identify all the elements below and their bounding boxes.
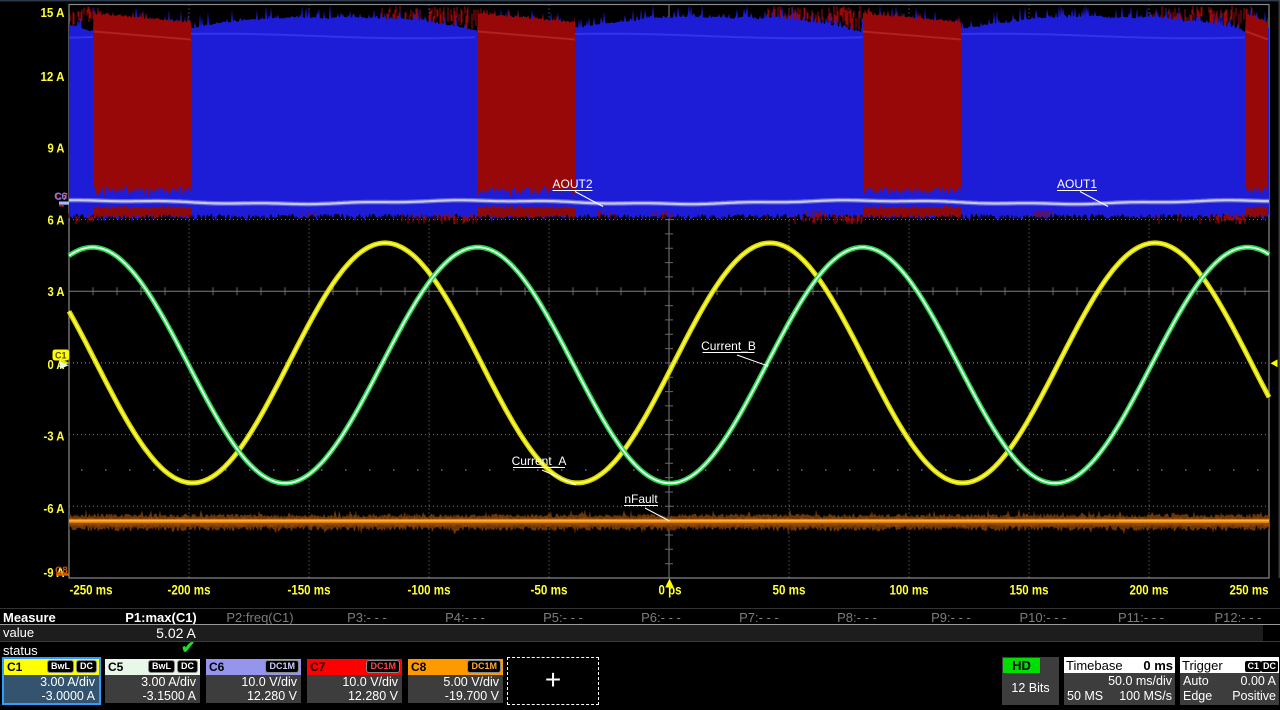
svg-text:-6 A: -6 A xyxy=(44,501,66,516)
svg-text:-250 ms: -250 ms xyxy=(70,582,113,598)
svg-text:50 ms: 50 ms xyxy=(773,582,806,598)
svg-text:AOUT1: AOUT1 xyxy=(1057,177,1097,191)
svg-text:3 A: 3 A xyxy=(48,284,66,299)
svg-text:200 ms: 200 ms xyxy=(1130,582,1169,598)
svg-text:150 ms: 150 ms xyxy=(1010,582,1049,598)
svg-text:C1: C1 xyxy=(55,351,67,361)
svg-text:-200 ms: -200 ms xyxy=(168,582,211,598)
svg-text:C6: C6 xyxy=(54,191,67,202)
svg-text:-3 A: -3 A xyxy=(44,429,66,444)
svg-text:-150 ms: -150 ms xyxy=(288,582,331,598)
svg-text:-100 ms: -100 ms xyxy=(408,582,451,598)
svg-text:100 ms: 100 ms xyxy=(890,582,929,598)
svg-text:AOUT2: AOUT2 xyxy=(552,177,592,191)
svg-text:Current_B: Current_B xyxy=(701,339,756,353)
svg-text:nFault: nFault xyxy=(624,492,658,506)
svg-text:12 A: 12 A xyxy=(41,69,66,84)
svg-text:Current_A: Current_A xyxy=(512,454,567,468)
svg-text:6 A: 6 A xyxy=(48,212,66,227)
svg-text:9 A: 9 A xyxy=(48,141,66,156)
svg-text:250 ms: 250 ms xyxy=(1230,582,1269,598)
svg-text:15 A: 15 A xyxy=(41,5,66,20)
svg-text:-50 ms: -50 ms xyxy=(531,582,568,598)
